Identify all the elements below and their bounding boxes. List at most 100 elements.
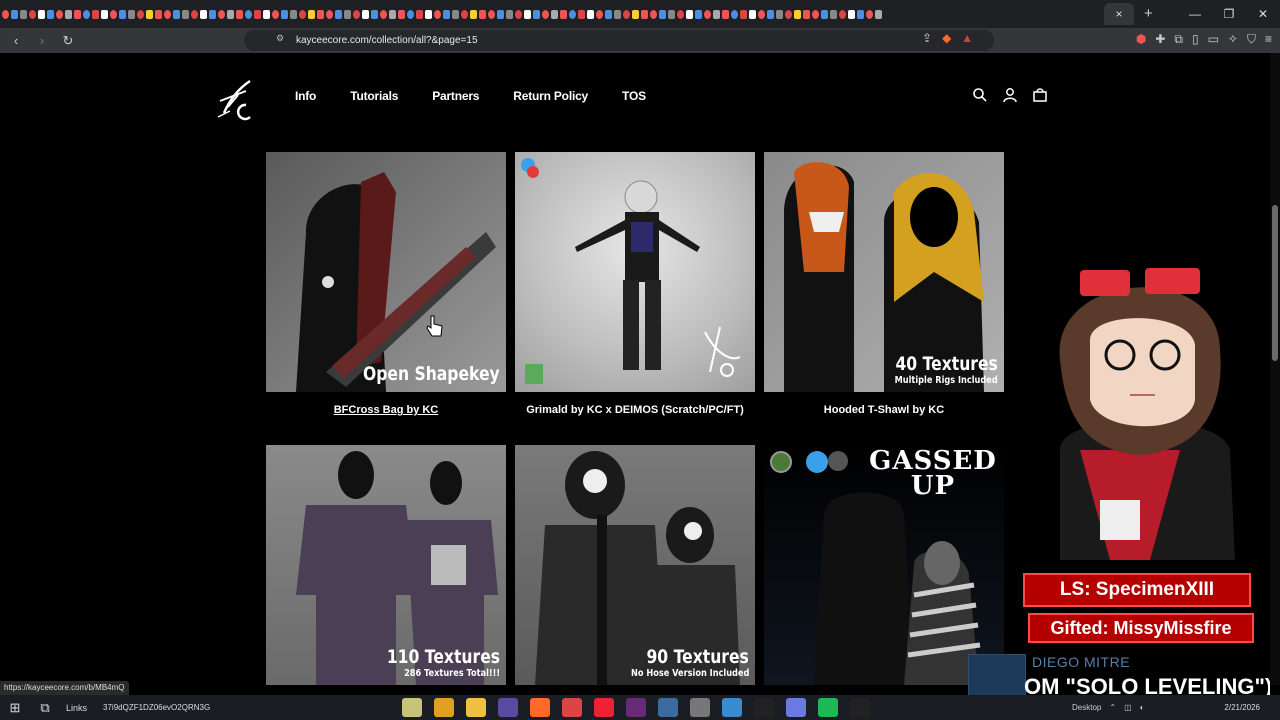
taskbar-app-icon[interactable] bbox=[466, 698, 486, 717]
product-image[interactable]: Open Shapekey bbox=[266, 152, 506, 392]
tab-favicon-icon[interactable] bbox=[848, 9, 855, 19]
tab-favicon-icon[interactable] bbox=[236, 9, 243, 19]
taskbar-app-icon[interactable] bbox=[402, 698, 422, 717]
tray-chevron-icon[interactable]: ⌃ bbox=[1109, 703, 1116, 712]
tab-favicon-icon[interactable] bbox=[146, 9, 153, 19]
tab-favicon-icon[interactable] bbox=[659, 9, 666, 19]
tab-favicon-icon[interactable] bbox=[92, 9, 99, 19]
windows-start-icon[interactable]: ⊞ bbox=[0, 700, 30, 716]
links-toolbar[interactable]: Links bbox=[66, 703, 87, 713]
nav-info[interactable]: Info bbox=[295, 89, 316, 103]
tab-favicon-icon[interactable] bbox=[677, 9, 684, 19]
product-image[interactable]: 90 Textures No Hose Version Included bbox=[515, 445, 755, 685]
tab-favicon-row[interactable] bbox=[2, 0, 1102, 28]
forward-icon[interactable]: › bbox=[32, 33, 52, 48]
tab-favicon-icon[interactable] bbox=[65, 9, 72, 19]
brave-shield-icon[interactable]: ◆ bbox=[942, 31, 951, 45]
taskbar-app-icon[interactable] bbox=[562, 698, 582, 717]
product-image[interactable]: 110 Textures 286 Textures Total!!! bbox=[266, 445, 506, 685]
address-bar[interactable]: kayceecore.com/collection/all?&page=15 bbox=[244, 30, 994, 51]
desktop-label[interactable]: Desktop bbox=[1072, 703, 1101, 712]
scrollbar-thumb[interactable] bbox=[1272, 205, 1278, 361]
tab-favicon-icon[interactable] bbox=[515, 9, 522, 19]
tab-favicon-icon[interactable] bbox=[461, 9, 468, 19]
tab-favicon-icon[interactable] bbox=[560, 9, 567, 19]
kc-logo-icon[interactable] bbox=[216, 77, 256, 121]
tab-favicon-icon[interactable] bbox=[2, 9, 9, 19]
tab-favicon-icon[interactable] bbox=[128, 9, 135, 19]
tab-favicon-icon[interactable] bbox=[173, 9, 180, 19]
tab-favicon-icon[interactable] bbox=[875, 9, 882, 19]
tab-favicon-icon[interactable] bbox=[821, 9, 828, 19]
tab-favicon-icon[interactable] bbox=[209, 9, 216, 19]
tab-favicon-icon[interactable] bbox=[137, 9, 144, 19]
tab-favicon-icon[interactable] bbox=[245, 9, 252, 19]
site-info-icon[interactable]: ⚙ bbox=[276, 33, 284, 44]
tab-favicon-icon[interactable] bbox=[155, 9, 162, 19]
tab-favicon-icon[interactable] bbox=[641, 9, 648, 19]
network-icon[interactable]: ◫ bbox=[1124, 703, 1132, 712]
account-icon[interactable] bbox=[1002, 87, 1018, 103]
tab-favicon-icon[interactable] bbox=[722, 9, 729, 19]
tab-favicon-icon[interactable] bbox=[416, 9, 423, 19]
minimize-icon[interactable]: — bbox=[1178, 0, 1212, 28]
tab-favicon-icon[interactable] bbox=[218, 9, 225, 19]
tab-favicon-icon[interactable] bbox=[578, 9, 585, 19]
tab-favicon-icon[interactable] bbox=[326, 9, 333, 19]
tab-favicon-icon[interactable] bbox=[317, 9, 324, 19]
taskbar-app-icon[interactable] bbox=[530, 698, 550, 717]
vpn-icon[interactable]: ⛉ bbox=[1247, 32, 1256, 47]
tab-favicon-icon[interactable] bbox=[164, 9, 171, 19]
taskbar-app-icon[interactable] bbox=[434, 698, 454, 717]
extension-icon[interactable]: ⬢ bbox=[1136, 32, 1146, 47]
active-tab[interactable]: × bbox=[1104, 3, 1134, 25]
product-image[interactable] bbox=[515, 152, 755, 392]
tab-favicon-icon[interactable] bbox=[344, 9, 351, 19]
tab-favicon-icon[interactable] bbox=[362, 9, 369, 19]
tab-favicon-icon[interactable] bbox=[632, 9, 639, 19]
taskbar-app-icon[interactable] bbox=[786, 698, 806, 717]
tab-favicon-icon[interactable] bbox=[434, 9, 441, 19]
tab-favicon-icon[interactable] bbox=[506, 9, 513, 19]
product-image[interactable]: 40 Textures Multiple Rigs Included bbox=[764, 152, 1004, 392]
tab-favicon-icon[interactable] bbox=[623, 9, 630, 19]
tab-favicon-icon[interactable] bbox=[767, 9, 774, 19]
taskbar-app-icon[interactable] bbox=[722, 698, 742, 717]
tab-favicon-icon[interactable] bbox=[254, 9, 261, 19]
tab-favicon-icon[interactable] bbox=[272, 9, 279, 19]
tab-favicon-icon[interactable] bbox=[380, 9, 387, 19]
tab-favicon-icon[interactable] bbox=[227, 9, 234, 19]
tab-favicon-icon[interactable] bbox=[398, 9, 405, 19]
tab-favicon-icon[interactable] bbox=[839, 9, 846, 19]
tab-favicon-icon[interactable] bbox=[542, 9, 549, 19]
product-card[interactable]: 110 Textures 286 Textures Total!!! bbox=[266, 445, 506, 685]
tab-favicon-icon[interactable] bbox=[551, 9, 558, 19]
tab-favicon-icon[interactable] bbox=[731, 9, 738, 19]
product-title[interactable]: Grimald by KC x DEIMOS (Scratch/PC/FT) bbox=[515, 404, 755, 416]
product-title[interactable]: Hooded T-Shawl by KC bbox=[764, 404, 1004, 416]
product-card[interactable]: Grimald by KC x DEIMOS (Scratch/PC/FT) bbox=[515, 152, 755, 416]
tab-favicon-icon[interactable] bbox=[308, 9, 315, 19]
tab-favicon-icon[interactable] bbox=[704, 9, 711, 19]
tab-favicon-icon[interactable] bbox=[281, 9, 288, 19]
tab-favicon-icon[interactable] bbox=[650, 9, 657, 19]
tab-favicon-icon[interactable] bbox=[335, 9, 342, 19]
tab-favicon-icon[interactable] bbox=[74, 9, 81, 19]
tab-favicon-icon[interactable] bbox=[452, 9, 459, 19]
tab-close-icon[interactable]: × bbox=[1115, 7, 1122, 21]
product-card[interactable]: Open Shapekey BFCross Bag by KC bbox=[266, 152, 506, 416]
maximize-icon[interactable]: ❐ bbox=[1212, 0, 1246, 28]
tab-favicon-icon[interactable] bbox=[407, 9, 414, 19]
tab-favicon-icon[interactable] bbox=[605, 9, 612, 19]
tab-favicon-icon[interactable] bbox=[299, 9, 306, 19]
new-tab-button[interactable]: + bbox=[1144, 5, 1153, 22]
taskbar-app-icon[interactable] bbox=[818, 698, 838, 717]
tab-favicon-icon[interactable] bbox=[794, 9, 801, 19]
sidebar-icon[interactable]: ▯ bbox=[1192, 32, 1199, 47]
product-card[interactable]: 90 Textures No Hose Version Included bbox=[515, 445, 755, 685]
cart-icon[interactable] bbox=[1032, 87, 1048, 103]
product-title[interactable]: BFCross Bag by KC bbox=[266, 404, 506, 416]
wallet-icon[interactable]: ▭ bbox=[1208, 32, 1219, 47]
taskbar-app-icon[interactable] bbox=[658, 698, 678, 717]
task-view-icon[interactable]: ⧉ bbox=[30, 700, 60, 716]
